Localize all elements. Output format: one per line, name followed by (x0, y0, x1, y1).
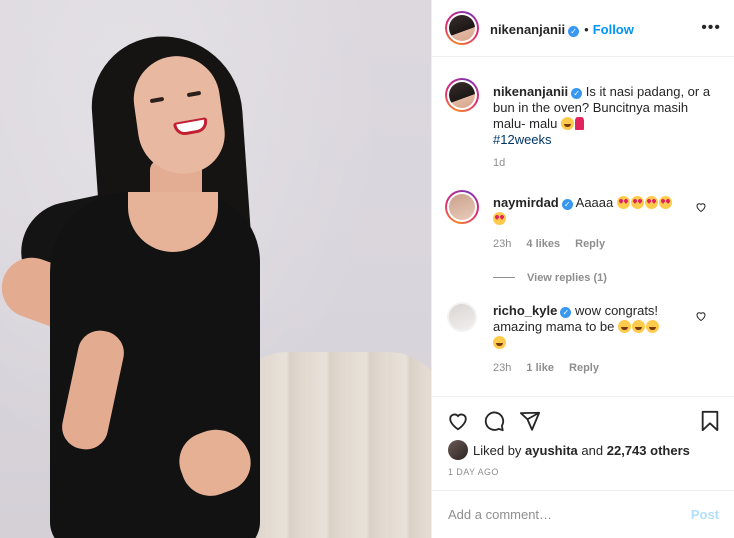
comment-meta: 23h 4 likes Reply (493, 238, 703, 250)
heart-eyes-emoji-icon (616, 196, 630, 209)
bookmark-icon[interactable] (698, 409, 722, 433)
caption-time[interactable]: 1d (493, 157, 723, 169)
post-side-panel: nikenanjanii ✓ • Follow ••• nikenanjanii ✓ I… (431, 0, 734, 538)
comment-text-line2: amazing mama to be (493, 319, 615, 334)
commenter-avatar[interactable] (445, 300, 479, 334)
replies-divider (493, 277, 515, 278)
avatar-image (449, 82, 475, 108)
follow-button[interactable]: Follow (593, 22, 634, 37)
avatar-image (449, 304, 475, 330)
reply-button[interactable]: Reply (575, 238, 605, 250)
comment-item: richo_kyle ✓ wow congrats! amazing mama t… (432, 300, 734, 380)
comment-likes[interactable]: 1 like (526, 362, 554, 374)
comment-text-line1: wow congrats! (574, 303, 659, 318)
comment-like-icon[interactable] (695, 310, 707, 322)
caption-line1: Is it nasi padang, or a (585, 84, 711, 99)
view-replies[interactable]: View replies (1) (493, 268, 607, 286)
commenter-avatar[interactable] (445, 190, 479, 224)
reply-button[interactable]: Reply (569, 362, 599, 374)
grin-emoji-icon (632, 320, 646, 333)
grin-emoji-icon (646, 320, 660, 333)
liker-avatar[interactable] (448, 440, 468, 460)
dress-emoji-icon (574, 117, 584, 130)
header-user-line: nikenanjanii ✓ • Follow (490, 21, 634, 39)
verified-badge-icon: ✓ (561, 199, 573, 210)
caption-hashtag[interactable]: #12weeks (493, 132, 723, 148)
comment-likes[interactable]: 4 likes (526, 238, 560, 250)
comment-username[interactable]: naymirdad (493, 195, 559, 210)
likes-summary: Liked by ayushita and 22,743 others (473, 443, 690, 458)
avatar-image (449, 15, 475, 41)
likes-others[interactable]: 22,743 others (607, 443, 690, 458)
caption-line3: malu- malu (493, 116, 558, 131)
grimacing-emoji-icon (560, 117, 574, 130)
header-separator: • (584, 22, 589, 37)
post-comment-button[interactable]: Post (691, 507, 719, 522)
comment-item: naymirdad ✓ Aaaaa 23h 4 likes Reply View … (432, 188, 734, 284)
caption-avatar[interactable] (445, 78, 479, 112)
comment-body: naymirdad ✓ Aaaaa 23h 4 likes Reply (493, 195, 703, 250)
comment-time[interactable]: 23h (493, 238, 511, 250)
comment-username[interactable]: richo_kyle (493, 303, 557, 318)
likes-prefix: Liked by (473, 443, 522, 458)
comment-input[interactable] (448, 505, 678, 523)
liker-username[interactable]: ayushita (525, 443, 578, 458)
post-timestamp[interactable]: 1 DAY AGO (448, 467, 499, 477)
grin-emoji-icon (618, 320, 632, 333)
author-avatar[interactable] (445, 11, 479, 45)
post-header: nikenanjanii ✓ • Follow ••• (432, 0, 734, 57)
heart-eyes-emoji-icon (644, 196, 658, 209)
add-comment-bar: Post (432, 490, 734, 538)
comment-time[interactable]: 23h (493, 362, 511, 374)
caption-line2: bun in the oven? Buncitnya masih (493, 100, 689, 115)
post-photo[interactable] (0, 0, 431, 538)
heart-icon[interactable] (446, 409, 470, 433)
heart-eyes-emoji-icon (493, 212, 506, 225)
likes-conjunction: and (581, 443, 604, 458)
verified-badge-icon: ✓ (571, 88, 583, 99)
author-username[interactable]: nikenanjanii (490, 22, 565, 37)
grin-emoji-icon (493, 336, 506, 349)
verified-badge-icon: ✓ (568, 26, 580, 37)
caption-username[interactable]: nikenanjanii (493, 84, 568, 99)
send-icon[interactable] (518, 409, 542, 433)
caption-text: nikenanjanii ✓ Is it nasi padang, or a bu… (493, 84, 723, 169)
heart-eyes-emoji-icon (630, 196, 644, 209)
comment-meta: 23h 1 like Reply (493, 362, 703, 374)
comment-body: richo_kyle ✓ wow congrats! amazing mama t… (493, 303, 703, 374)
avatar-image (449, 194, 475, 220)
comment-like-icon[interactable] (695, 201, 707, 213)
more-options-icon[interactable]: ••• (701, 20, 721, 36)
comment-bubble-icon[interactable] (482, 409, 506, 433)
view-replies-label[interactable]: View replies (1) (527, 272, 607, 284)
heart-eyes-emoji-icon (658, 196, 672, 209)
comment-text: Aaaaa (575, 195, 614, 210)
verified-badge-icon: ✓ (560, 307, 572, 318)
